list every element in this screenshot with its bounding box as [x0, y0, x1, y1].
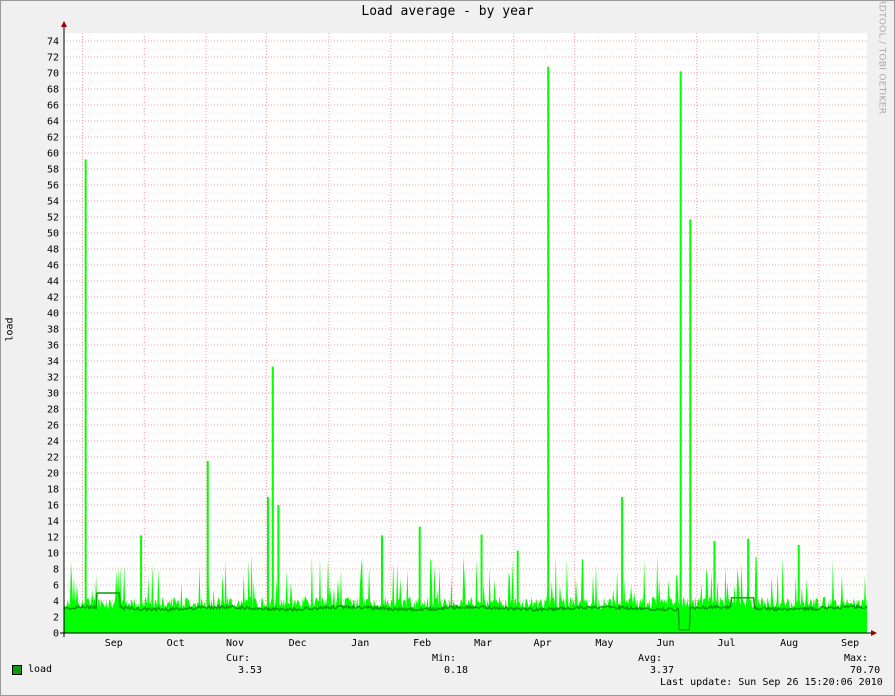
x-tick-label: Mar [474, 638, 492, 649]
x-tick-label: May [595, 638, 613, 649]
y-tick-label: 6 [53, 581, 59, 592]
y-tick-label: 2 [53, 613, 59, 624]
y-tick-label: 66 [47, 101, 59, 112]
y-tick-label: 54 [47, 197, 59, 208]
y-tick-label: 42 [47, 293, 59, 304]
chart-canvas: 0246810121416182022242628303234363840424… [47, 21, 877, 649]
x-axis-arrow [871, 630, 877, 636]
x-tick-label: Jan [351, 638, 369, 649]
y-tick-label: 38 [47, 325, 59, 336]
y-tick-label: 60 [47, 149, 59, 160]
last-update: Last update: Sun Sep 26 15:20:06 2010 [660, 677, 883, 688]
legend-label: load [28, 664, 53, 675]
y-tick-label: 36 [47, 341, 59, 352]
y-tick-label: 10 [47, 549, 59, 560]
x-tick-label: Sep [105, 638, 123, 649]
y-tick-label: 30 [47, 389, 59, 400]
y-tick-label: 52 [47, 213, 59, 224]
y-tick-label: 34 [47, 357, 59, 368]
avg-value: 3.37 [650, 665, 675, 676]
x-tick-label: Feb [413, 638, 431, 649]
x-tick-label: Jun [656, 638, 674, 649]
y-tick-label: 12 [47, 533, 59, 544]
x-tick-label: Aug [780, 638, 798, 649]
y-tick-label: 74 [47, 37, 59, 48]
avg-label: Avg: [638, 653, 663, 664]
y-tick-label: 18 [47, 485, 59, 496]
y-tick-label: 20 [47, 469, 59, 480]
y-tick-label: 14 [47, 517, 59, 528]
y-tick-label: 4 [53, 597, 59, 608]
y-tick-label: 32 [47, 373, 59, 384]
y-tick-label: 22 [47, 453, 59, 464]
legend-swatch [12, 664, 22, 675]
cur-value: 3.53 [238, 665, 263, 676]
y-tick-label: 70 [47, 69, 59, 80]
max-label: Max: [844, 653, 869, 664]
y-axis-arrow [61, 21, 67, 27]
y-tick-label: 28 [47, 405, 59, 416]
x-tick-label: Apr [534, 638, 552, 649]
y-tick-label: 72 [47, 53, 59, 64]
y-tick-label: 62 [47, 133, 59, 144]
y-tick-label: 50 [47, 229, 59, 240]
x-tick-label: Nov [226, 638, 244, 649]
y-tick-label: 8 [53, 565, 59, 576]
x-tick-label: Oct [167, 638, 185, 649]
legend: load [12, 664, 52, 675]
y-tick-label: 56 [47, 181, 59, 192]
y-tick-label: 16 [47, 501, 59, 512]
y-tick-label: 26 [47, 421, 59, 432]
y-tick-label: 58 [47, 165, 59, 176]
x-tick-label: Sep [841, 638, 859, 649]
min-label: Min: [432, 653, 457, 664]
y-tick-label: 44 [47, 277, 59, 288]
max-value: 70.70 [850, 665, 881, 676]
min-value: 0.18 [444, 665, 469, 676]
y-tick-label: 46 [47, 261, 59, 272]
y-tick-label: 0 [53, 629, 59, 640]
y-tick-label: 64 [47, 117, 59, 128]
cur-label: Cur: [226, 653, 251, 664]
x-tick-label: Dec [289, 638, 307, 649]
y-tick-label: 48 [47, 245, 59, 256]
y-tick-label: 24 [47, 437, 59, 448]
y-tick-label: 68 [47, 85, 59, 96]
y-tick-label: 40 [47, 309, 59, 320]
x-tick-label: Jul [717, 638, 735, 649]
